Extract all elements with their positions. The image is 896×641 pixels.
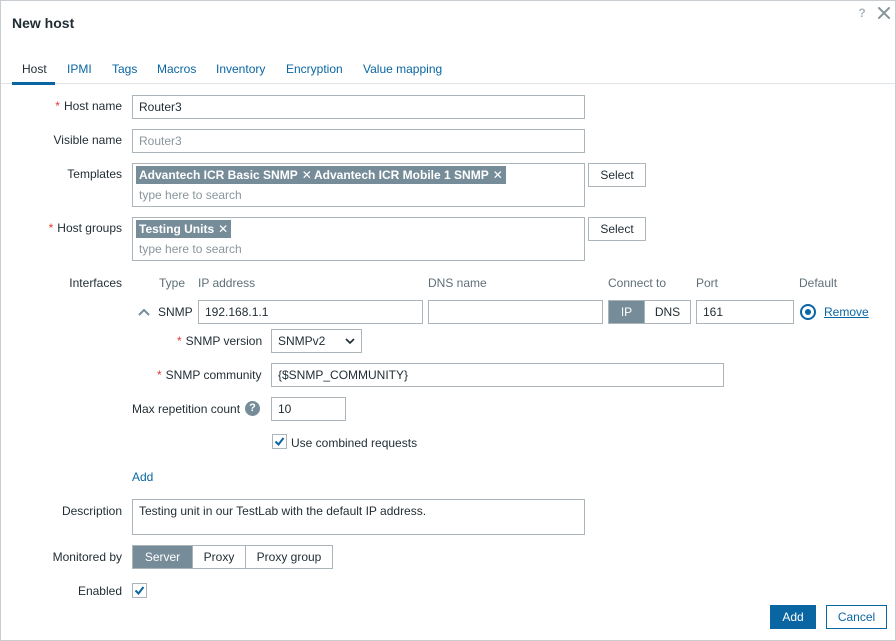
monitored-by-server-button[interactable]: Server xyxy=(133,546,192,568)
snmp-version-select[interactable]: SNMPv2 xyxy=(271,329,362,353)
enabled-checkbox[interactable] xyxy=(132,583,147,598)
templates-select-button[interactable]: Select xyxy=(588,163,646,187)
description-textarea[interactable]: Testing unit in our TestLab with the def… xyxy=(132,499,585,535)
col-connect-to: Connect to xyxy=(608,276,667,290)
col-ip-address: IP address xyxy=(198,276,256,290)
new-host-dialog: New host ? Host IPMI Tags Macros Invento… xyxy=(0,0,896,641)
host-groups-select-button[interactable]: Select xyxy=(588,217,646,241)
host-groups-label: * Host groups xyxy=(48,221,122,235)
tab-tags[interactable]: Tags xyxy=(112,62,137,84)
host-name-input[interactable]: Router3 xyxy=(132,95,585,119)
description-label: Description xyxy=(61,504,122,518)
tab-bar: Host IPMI Tags Macros Inventory Encrypti… xyxy=(1,59,895,85)
monitored-by-proxy-group-button[interactable]: Proxy group xyxy=(245,546,332,568)
checkmark-icon xyxy=(134,586,145,596)
port-input[interactable]: 161 xyxy=(696,300,794,324)
max-repetition-input[interactable]: 10 xyxy=(271,397,346,421)
dns-name-input[interactable] xyxy=(428,300,603,324)
tab-host[interactable]: Host xyxy=(12,62,55,85)
monitored-by-toggle: Server Proxy Proxy group xyxy=(132,545,333,569)
required-marker: * xyxy=(55,99,60,113)
tab-macros[interactable]: Macros xyxy=(157,62,196,84)
dialog-title: New host xyxy=(12,15,75,31)
snmp-version-value: SNMPv2 xyxy=(278,334,326,348)
templates-label: Templates xyxy=(67,167,122,181)
interfaces-label: Interfaces xyxy=(69,276,122,290)
combined-requests-label: Use combined requests xyxy=(291,436,418,450)
interface-type: SNMP xyxy=(158,305,193,319)
snmp-community-label: * SNMP community xyxy=(157,368,262,382)
combined-requests-checkbox[interactable] xyxy=(272,434,287,449)
tab-ipmi[interactable]: IPMI xyxy=(67,62,92,84)
help-icon[interactable]: ? xyxy=(245,401,260,416)
connect-ip-button[interactable]: IP xyxy=(609,301,644,323)
template-chip: Advantech ICR Basic SNMP ✕ xyxy=(136,166,315,184)
add-host-button[interactable]: Add xyxy=(770,605,816,629)
default-interface-radio[interactable] xyxy=(800,304,816,320)
host-groups-search-input[interactable]: type here to search xyxy=(139,242,242,256)
required-marker: * xyxy=(157,368,162,382)
tab-inventory[interactable]: Inventory xyxy=(216,62,265,84)
remove-interface-link[interactable]: Remove xyxy=(824,305,869,319)
visible-name-label: Visible name xyxy=(53,133,122,147)
col-dns-name: DNS name xyxy=(428,276,487,290)
templates-search-input[interactable]: type here to search xyxy=(139,188,242,202)
col-type: Type xyxy=(159,276,186,290)
add-interface-link[interactable]: Add xyxy=(132,470,153,484)
required-marker: * xyxy=(48,221,54,235)
help-icon[interactable]: ? xyxy=(856,7,868,19)
ip-address-input[interactable]: 192.168.1.1 xyxy=(198,300,423,324)
host-group-chip: Testing Units ✕ xyxy=(136,220,232,238)
cancel-button[interactable]: Cancel xyxy=(826,605,887,629)
col-port: Port xyxy=(696,276,719,290)
remove-chip-icon[interactable]: ✕ xyxy=(493,168,503,182)
monitored-by-proxy-button[interactable]: Proxy xyxy=(192,546,245,568)
max-repetition-label: Max repetition count xyxy=(132,402,241,416)
monitored-by-label: Monitored by xyxy=(52,550,122,564)
checkmark-icon xyxy=(274,437,285,447)
host-groups-multiselect[interactable]: Testing Units ✕ type here to search xyxy=(132,217,585,261)
chevron-down-icon xyxy=(345,338,355,345)
snmp-version-label: * SNMP version xyxy=(177,334,263,348)
snmp-community-input[interactable]: {$SNMP_COMMUNITY} xyxy=(271,363,724,387)
col-default: Default xyxy=(799,276,838,290)
enabled-label: Enabled xyxy=(77,584,122,598)
templates-multiselect[interactable]: Advantech ICR Basic SNMP ✕ Advantech ICR … xyxy=(132,163,585,207)
remove-chip-icon[interactable]: ✕ xyxy=(218,222,228,236)
tab-encryption[interactable]: Encryption xyxy=(286,62,343,84)
connect-dns-button[interactable]: DNS xyxy=(644,301,690,323)
template-chip: Advantech ICR Mobile 1 SNMP ✕ xyxy=(311,166,506,184)
tab-value-mapping[interactable]: Value mapping xyxy=(363,62,442,84)
collapse-chevron-icon[interactable] xyxy=(137,306,151,318)
close-icon[interactable] xyxy=(877,6,891,20)
connect-to-toggle: IP DNS xyxy=(608,300,691,324)
visible-name-input[interactable]: Router3 xyxy=(132,129,585,153)
required-marker: * xyxy=(177,334,182,348)
host-name-label: * Host name xyxy=(55,99,122,113)
